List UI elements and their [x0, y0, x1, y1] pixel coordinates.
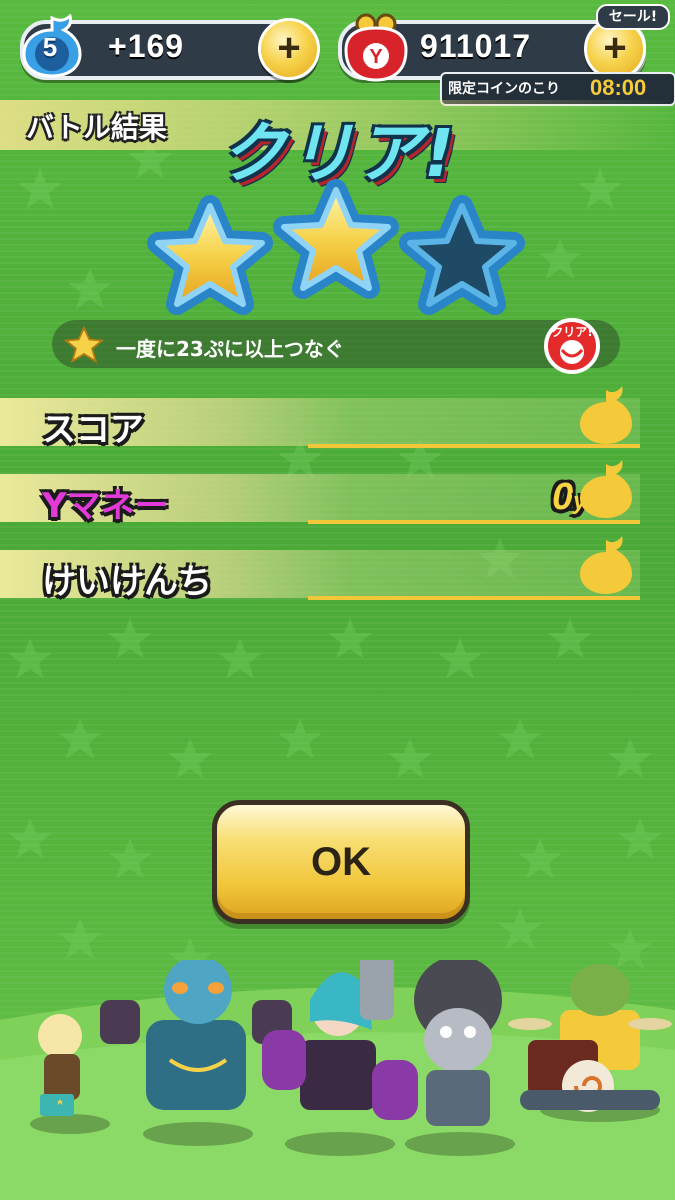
score-drop-icon: [580, 386, 632, 444]
star-2-icon: [284, 190, 388, 288]
money-drop-icon: [580, 460, 632, 518]
money-row-underline: [308, 520, 640, 524]
character-4: [414, 960, 502, 1126]
ok-button[interactable]: OK: [212, 800, 470, 924]
money-label: Yマネー: [42, 486, 169, 526]
experience-row: けいけんち 0: [0, 536, 640, 602]
money-row: Yマネー 0y: [0, 460, 640, 526]
mission-star-icon: [64, 326, 104, 364]
ok-button-label: OK: [311, 840, 371, 884]
star-1-icon: [158, 206, 262, 304]
experience-row-underline: [308, 596, 640, 600]
character-lineup: [0, 960, 675, 1200]
mission-text: 一度に23ぷに以上つなぐ: [116, 337, 344, 361]
experience-drop-icon: [580, 536, 632, 594]
star-rating: [0, 0, 675, 320]
experience-label: けいけんち: [42, 562, 212, 602]
svg-text:クリア!: クリア!: [551, 325, 592, 339]
mission-clear-badge-icon: クリア!: [544, 318, 600, 374]
money-result-value: 0: [552, 476, 574, 518]
score-row: スコア: [0, 386, 640, 450]
score-label: スコア: [42, 410, 144, 450]
star-3-empty-icon: [410, 206, 514, 304]
